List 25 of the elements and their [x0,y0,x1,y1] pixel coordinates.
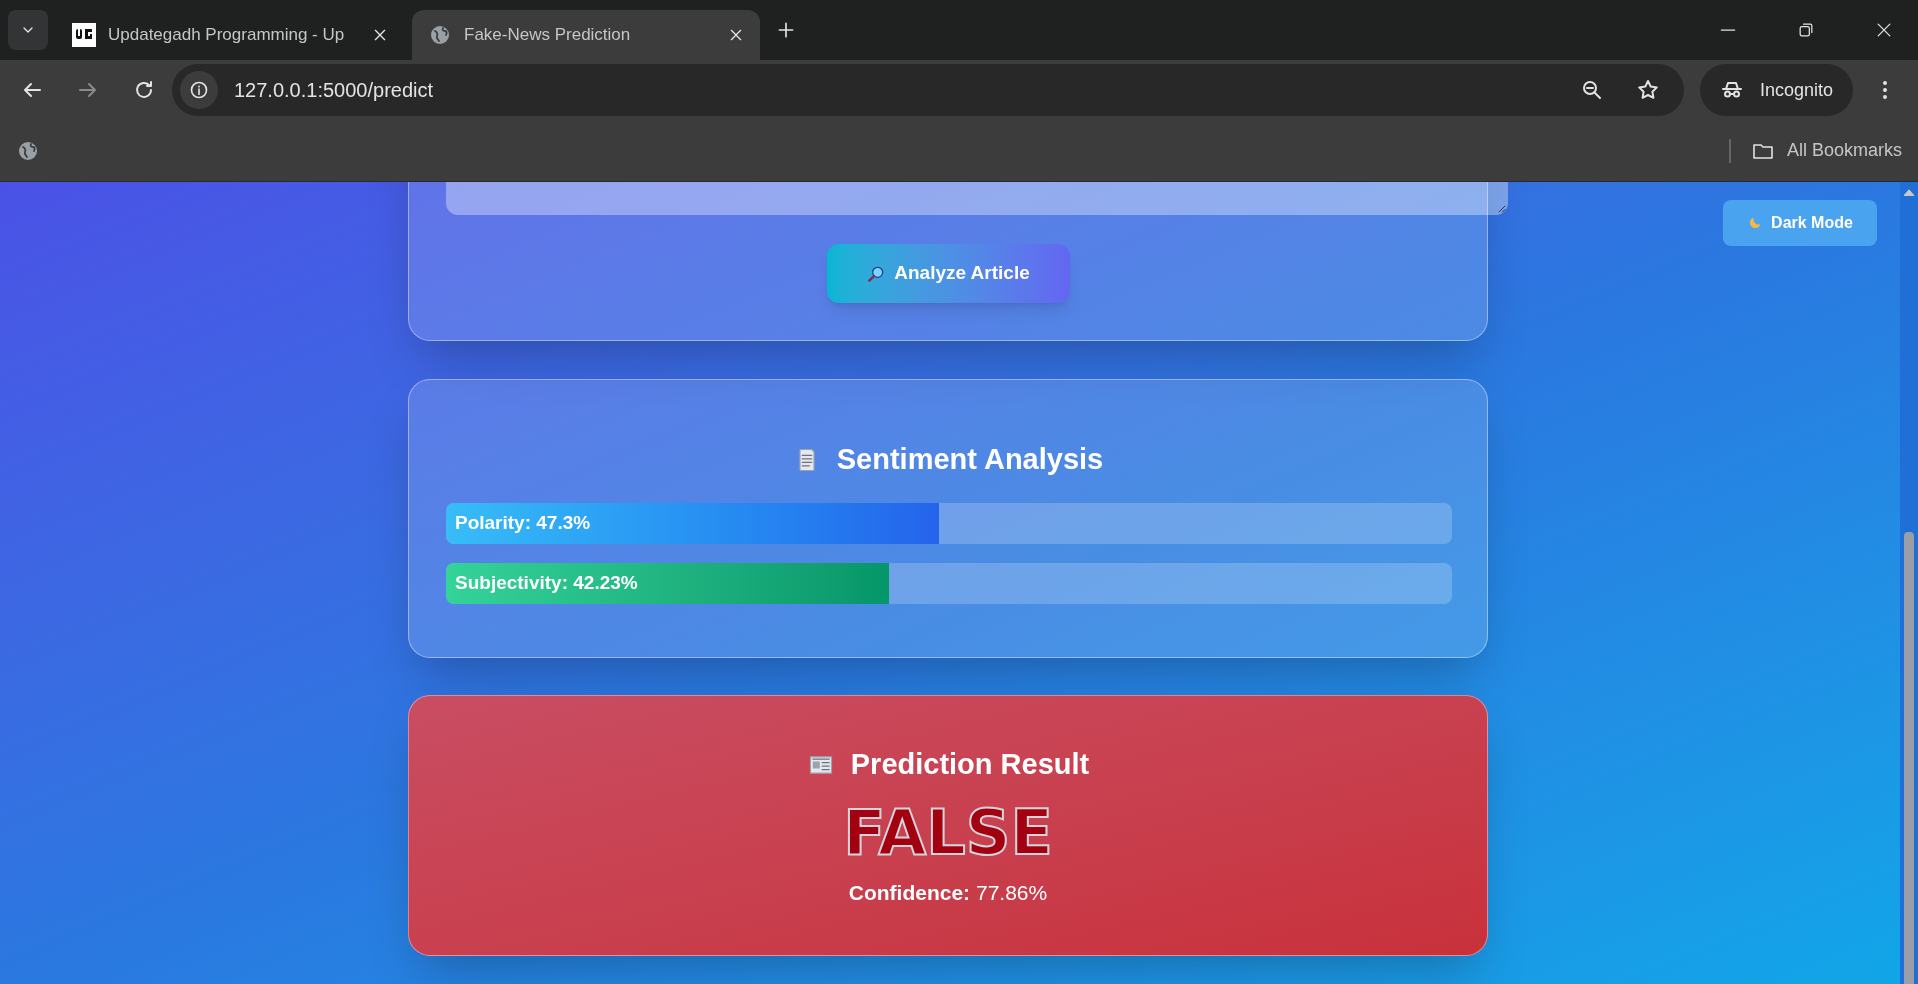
close-icon[interactable] [372,27,388,43]
site-logo-icon [72,23,96,47]
plus-icon[interactable] [776,20,796,40]
tab-title: Fake-News Prediction [464,24,632,47]
meter-label: Subjectivity: 42.23% [455,571,638,596]
zoom-out-icon[interactable] [1580,78,1604,102]
star-icon[interactable] [1636,78,1660,102]
browser-tab[interactable]: Fake-News Prediction [412,10,760,60]
meter-label: Polarity: 47.3% [455,511,591,536]
address-bar[interactable]: 127.0.0.1:5000/predict [172,64,1684,116]
profile-label: Incognito [1760,78,1834,102]
tab-title: Updategadh Programming - Up [108,24,346,47]
browser-tab[interactable]: Updategadh Programming - Up [56,10,404,60]
verdict-text: FALSE [843,798,1053,868]
incognito-chip[interactable]: Incognito [1700,64,1854,116]
section-title: Prediction Result [850,747,1090,783]
url-text: 127.0.0.1:5000/predict [234,78,435,103]
scrollbar[interactable] [1900,182,1918,984]
close-icon[interactable] [728,27,744,43]
globe-icon [428,23,452,47]
info-icon [189,80,209,100]
confidence-text: Confidence: 77.86% [848,880,1048,906]
bookmarks-label[interactable]: All Bookmarks [1786,137,1902,164]
analyze-button[interactable]: Analyze Article [826,244,1070,303]
section-title: Sentiment Analysis [836,442,1104,478]
